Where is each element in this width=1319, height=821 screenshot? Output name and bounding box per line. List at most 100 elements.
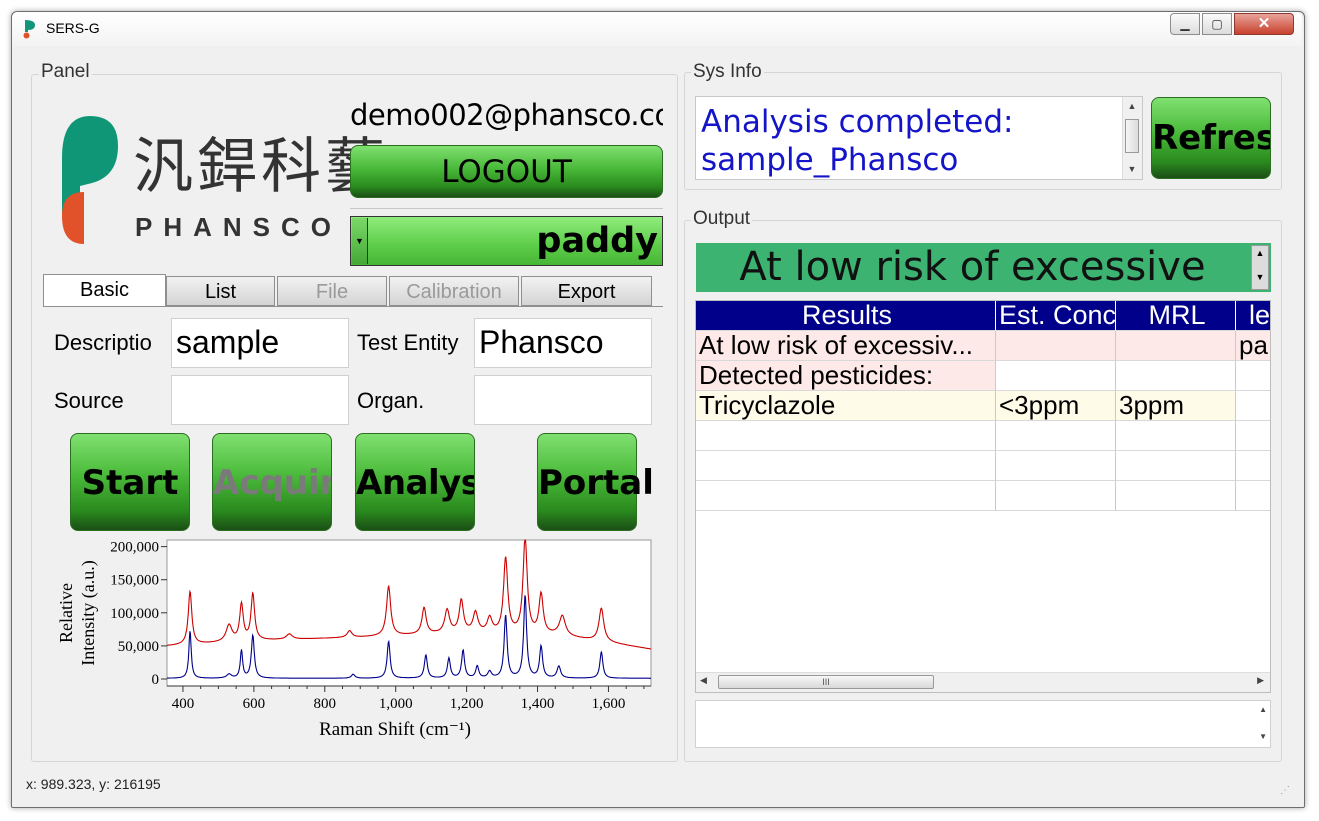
tab-basic[interactable]: Basic [43, 274, 166, 306]
maximize-button[interactable]: ▢ [1202, 13, 1232, 35]
table-hscrollbar[interactable]: ◀ III ▶ [696, 672, 1270, 692]
test-entity-label: Test Entity [357, 330, 459, 355]
tab-list[interactable]: List [166, 276, 275, 306]
tab-calibration[interactable]: Calibration [389, 276, 519, 306]
results-table[interactable]: ResultsEst. Conc.MRLleaAt low risk of ex… [695, 300, 1271, 693]
minimize-button[interactable]: ▁ [1170, 13, 1200, 35]
table-row[interactable] [696, 421, 1270, 451]
table-cell[interactable] [1116, 481, 1236, 511]
x-tick-label: 600 [243, 696, 266, 712]
spin-up-icon[interactable]: ▲ [1252, 248, 1268, 258]
table-cell[interactable]: Detected pesticides: [696, 361, 996, 391]
minimize-icon: ▁ [1180, 17, 1190, 31]
y-axis-label-line2: Intensity (a.u.) [78, 560, 99, 665]
table-cell[interactable] [696, 451, 996, 481]
tab-export[interactable]: Export [521, 276, 652, 306]
table-row[interactable]: Tricyclazole <3ppm 3ppm [696, 391, 1270, 421]
spin-down-icon[interactable]: ▼ [1252, 272, 1268, 282]
table-cell[interactable] [1116, 421, 1236, 451]
organ-field[interactable] [474, 375, 652, 425]
app-icon [23, 20, 35, 39]
resize-grip-icon[interactable]: ⋰ [1280, 785, 1290, 796]
scroll-down-icon[interactable]: ▼ [1124, 161, 1140, 177]
user-email: demo002@phansco.com [350, 98, 663, 132]
sysinfo-textbox[interactable]: Analysis completed: sample_Phansco ▲ ▼ [695, 96, 1143, 180]
acquire-button[interactable]: Acquire [212, 433, 332, 531]
start-button[interactable]: Start [70, 433, 190, 531]
table-cell[interactable] [996, 361, 1116, 391]
user-select[interactable]: ▼ paddy [350, 216, 663, 266]
table-cell[interactable] [996, 481, 1116, 511]
title-bar[interactable] [12, 12, 1302, 46]
table-row[interactable] [696, 481, 1270, 511]
scroll-left-icon[interactable]: ◀ [700, 675, 707, 686]
x-tick-label: 1,000 [379, 696, 413, 712]
y-tick-label: 0 [152, 672, 160, 688]
output-banner: At low risk of excessive ▲ ▼ [696, 243, 1271, 292]
table-cell[interactable] [1236, 391, 1270, 421]
table-cell[interactable] [1116, 331, 1236, 361]
table-cell[interactable] [1236, 481, 1270, 511]
table-cell[interactable]: <3ppm [996, 391, 1116, 421]
y-tick-label: 50,000 [118, 639, 159, 655]
x-tick-label: 1,200 [450, 696, 484, 712]
scroll-right-icon[interactable]: ▶ [1257, 675, 1264, 686]
table-header-row: ResultsEst. Conc.MRLlea [696, 301, 1270, 331]
table-row[interactable] [696, 451, 1270, 481]
table-header-cell[interactable]: MRL [1116, 301, 1236, 331]
sysinfo-scrollbar[interactable]: ▲ ▼ [1122, 97, 1142, 179]
source-field[interactable] [171, 375, 349, 425]
table-cell[interactable] [1236, 451, 1270, 481]
analyse-button[interactable]: Analyse [355, 433, 475, 531]
x-tick-label: 400 [172, 696, 195, 712]
table-cell[interactable] [1236, 361, 1270, 391]
table-row[interactable]: Detected pesticides: [696, 361, 1270, 391]
test-entity-field[interactable]: Phansco [474, 318, 652, 368]
y-axis-label-line1: Relative [56, 583, 76, 643]
output-banner-text: At low risk of excessive [739, 244, 1206, 290]
table-cell[interactable] [996, 451, 1116, 481]
scroll-up-icon[interactable]: ▲ [1124, 98, 1140, 114]
table-cell[interactable]: At low risk of excessiv... [696, 331, 996, 361]
description-field[interactable]: sample [171, 318, 349, 368]
close-button[interactable]: ✕ [1234, 13, 1294, 35]
output-notes-box[interactable]: ▲ ▼ [695, 700, 1271, 748]
table-header-cell[interactable]: Results [696, 301, 996, 331]
y-tick-label: 200,000 [110, 540, 159, 556]
portal-button[interactable]: Portal [537, 433, 654, 531]
table-cell[interactable] [1236, 421, 1270, 451]
raman-spectrum-chart: 0 50,000 100,000 150,000 200,000 400 600 800 1,… [56, 539, 652, 740]
table-cell[interactable] [1116, 451, 1236, 481]
output-group-label: Output [691, 208, 753, 230]
x-axis-label: Raman Shift (cm⁻¹) [319, 719, 471, 740]
user-select-value: paddy [536, 221, 658, 261]
scroll-thumb[interactable] [1125, 119, 1139, 153]
table-header-cell[interactable]: Est. Conc. [996, 301, 1116, 331]
sysinfo-line2: sample_Phansco [701, 142, 959, 178]
source-label: Source [54, 388, 124, 413]
table-cell[interactable] [696, 421, 996, 451]
table-header-cell[interactable]: lea [1236, 301, 1270, 331]
panel-group-label: Panel [39, 61, 92, 83]
logout-button[interactable]: LOGOUT [350, 145, 663, 198]
table-cell[interactable]: pa [1236, 331, 1270, 361]
y-tick-label: 100,000 [110, 606, 159, 622]
table-cell[interactable]: 3ppm [1116, 391, 1236, 421]
table-row[interactable]: At low risk of excessiv... pa [696, 331, 1270, 361]
notes-scroll-up-icon[interactable]: ▲ [1259, 705, 1267, 714]
table-cell[interactable]: Tricyclazole [696, 391, 996, 421]
refresh-button[interactable]: Refresh [1151, 97, 1271, 179]
dropdown-arrow-icon[interactable]: ▼ [352, 218, 368, 264]
y-tick-label: 150,000 [110, 573, 159, 589]
table-cell[interactable] [996, 331, 1116, 361]
tab-file[interactable]: File [277, 276, 387, 306]
table-cell[interactable] [1116, 361, 1236, 391]
table-cell[interactable] [996, 421, 1116, 451]
table-cell[interactable] [696, 481, 996, 511]
hscroll-thumb[interactable]: III [718, 675, 934, 689]
banner-spinner[interactable]: ▲ ▼ [1251, 245, 1269, 290]
logo-english-text: PHANSCO [135, 212, 343, 242]
sysinfo-line1: Analysis completed: [701, 104, 1014, 140]
divider [350, 208, 663, 209]
notes-scroll-down-icon[interactable]: ▼ [1259, 732, 1267, 741]
